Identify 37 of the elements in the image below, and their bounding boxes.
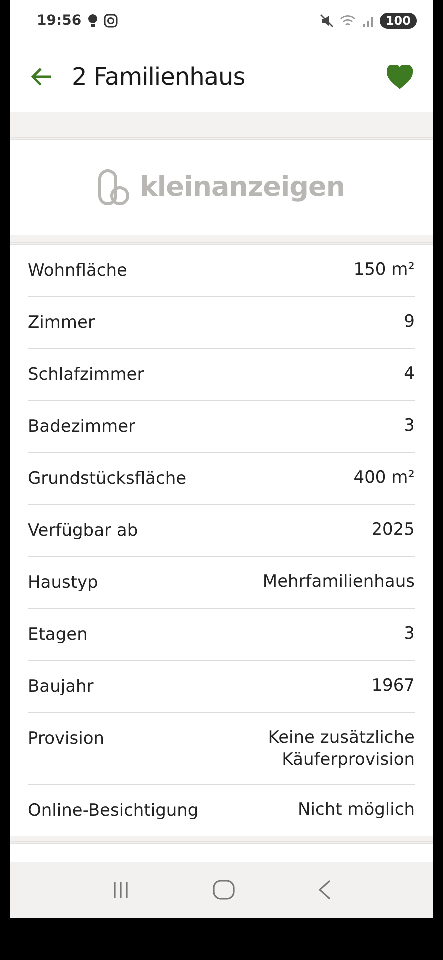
wifi-icon bbox=[340, 14, 356, 28]
page-title: 2 Familienhaus bbox=[72, 63, 246, 91]
status-time: 19:56 bbox=[37, 13, 82, 29]
detail-label: Online-Besichtigung bbox=[28, 800, 199, 823]
camera-icon bbox=[104, 14, 118, 28]
detail-label: Etagen bbox=[28, 624, 88, 647]
detail-value: 2025 bbox=[372, 519, 415, 541]
detail-value: Mehrfamilienhaus bbox=[262, 571, 415, 593]
detail-value: 3 bbox=[404, 623, 415, 645]
signal-icon bbox=[362, 14, 374, 28]
recent-apps-button[interactable] bbox=[112, 881, 130, 899]
detail-label: Badezimmer bbox=[28, 416, 136, 439]
detail-label: Zimmer bbox=[28, 312, 95, 335]
bulb-icon bbox=[88, 14, 98, 28]
detail-value: 4 bbox=[404, 363, 415, 385]
detail-label: Haustyp bbox=[28, 572, 98, 595]
detail-label: Provision bbox=[28, 728, 105, 751]
detail-value: 3 bbox=[404, 415, 415, 437]
detail-value: 150 m² bbox=[354, 259, 415, 281]
back-nav-button[interactable] bbox=[318, 880, 332, 900]
mute-icon bbox=[320, 14, 334, 28]
detail-label: Baujahr bbox=[28, 676, 94, 699]
detail-value: 400 m² bbox=[354, 467, 415, 489]
detail-value: Nicht möglich bbox=[298, 799, 415, 821]
battery-indicator: 100 bbox=[380, 13, 417, 29]
heart-icon[interactable] bbox=[387, 65, 413, 89]
detail-label: Wohnfläche bbox=[28, 260, 128, 283]
detail-value: 1967 bbox=[372, 675, 415, 697]
home-button[interactable] bbox=[212, 880, 234, 900]
back-button[interactable] bbox=[30, 67, 52, 87]
detail-value: Keine zusätzliche Käuferprovision bbox=[267, 727, 415, 771]
brand-name: kleinanzeigen bbox=[140, 172, 346, 203]
logo-icon bbox=[98, 168, 132, 206]
detail-value: 9 bbox=[404, 311, 415, 333]
detail-label: Verfügbar ab bbox=[28, 520, 138, 543]
detail-label: Schlafzimmer bbox=[28, 364, 144, 387]
detail-label: Grundstücksfläche bbox=[28, 468, 187, 491]
